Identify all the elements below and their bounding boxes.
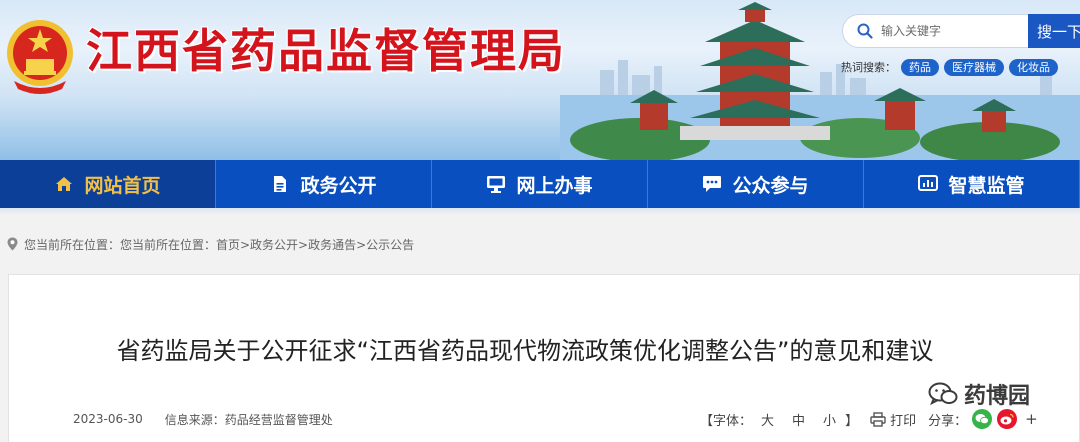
nav-label: 智慧监管 — [948, 174, 1025, 197]
article-meta: 2023-06-30 信息来源：药品经营监督管理处 — [73, 410, 333, 428]
hot-tag-medical-devices[interactable]: 医疗器械 — [944, 58, 1004, 76]
monitor-icon — [486, 174, 506, 194]
location-pin-icon — [7, 237, 18, 251]
hot-search-label: 热词搜索： — [841, 61, 896, 74]
national-emblem-icon — [7, 20, 73, 94]
publish-date: 2023-06-30 — [73, 412, 143, 426]
font-large-button[interactable]: 大 — [761, 410, 774, 429]
search-icon — [857, 23, 873, 39]
nav-label: 政务公开 — [300, 174, 377, 197]
search-input[interactable] — [881, 24, 1021, 38]
print-button[interactable]: 打印 — [890, 410, 916, 429]
nav-item-home[interactable]: 网站首页 — [0, 160, 216, 208]
hot-tag-cosmetics[interactable]: 化妆品 — [1009, 58, 1058, 76]
home-icon — [54, 174, 74, 194]
nav-item-government-affairs[interactable]: 政务公开 — [216, 160, 432, 208]
share-label: 分享： — [928, 413, 968, 429]
nav-label: 网站首页 — [84, 174, 161, 197]
document-icon — [270, 174, 290, 194]
header-banner: 江西省药品监督管理局 搜一下 热词搜索： 药品 医疗器械 化妆品 — [0, 0, 1080, 160]
watermark-text: 药博园 — [964, 384, 1031, 409]
article-title: 省药监局关于公开征求“江西省药品现代物流政策优化调整公告”的意见和建议 — [116, 337, 934, 365]
search-box — [842, 14, 1032, 48]
weibo-share-icon[interactable] — [997, 409, 1018, 429]
breadcrumb: 您当前所在位置：您当前所在位置：首页>政务公开>政务通告>公示公告 — [7, 235, 414, 253]
font-medium-button[interactable]: 中 — [792, 410, 805, 429]
nav-item-online-services[interactable]: 网上办事 — [432, 160, 648, 208]
site-title[interactable]: 江西省药品监督管理局 — [86, 28, 566, 74]
wechat-watermark: 药博园 — [928, 377, 1030, 411]
search-button[interactable]: 搜一下 — [1028, 14, 1080, 48]
info-source: 信息来源：药品经营监督管理处 — [164, 412, 333, 427]
article-tools: 【字体： 大 中 小 】 打印 分享： + — [700, 408, 1038, 430]
nav-shadow — [0, 208, 1080, 216]
wechat-logo-icon — [928, 382, 958, 406]
nav-item-public-participation[interactable]: 公众参与 — [648, 160, 864, 208]
wechat-share-icon[interactable] — [972, 409, 993, 429]
nav-item-smart-supervision[interactable]: 智慧监管 — [864, 160, 1080, 208]
dashboard-icon — [918, 174, 939, 194]
breadcrumb-text[interactable]: 您当前所在位置：您当前所在位置：首页>政务公开>政务通告>公示公告 — [24, 236, 414, 253]
hot-search-row: 热词搜索： 药品 医疗器械 化妆品 — [841, 58, 1058, 76]
font-small-button[interactable]: 小 — [823, 410, 836, 429]
main-nav: 网站首页 政务公开 网上办事 公众参与 智慧监管 — [0, 160, 1080, 208]
print-icon[interactable] — [870, 411, 886, 427]
nav-label: 公众参与 — [732, 174, 809, 197]
nav-label: 网上办事 — [516, 174, 593, 197]
hot-tag-drugs[interactable]: 药品 — [901, 58, 939, 76]
font-size-close: 】 — [845, 413, 859, 429]
font-size-label: 【字体： — [700, 413, 753, 429]
chat-icon — [702, 174, 722, 194]
more-share-button[interactable]: + — [1025, 410, 1038, 428]
